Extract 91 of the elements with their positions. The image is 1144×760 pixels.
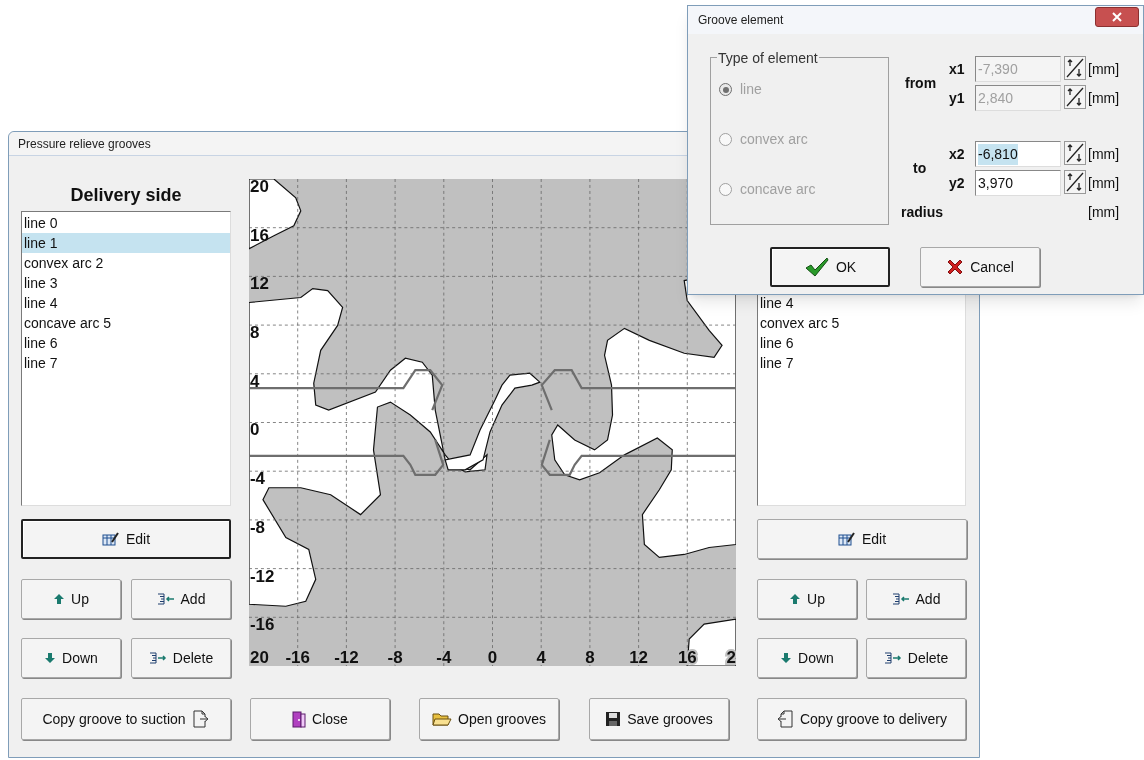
window-title: Pressure relieve grooves	[18, 135, 151, 153]
list-item[interactable]: line 0	[22, 213, 230, 233]
tick-label: 4	[250, 371, 260, 391]
spin-button[interactable]	[1064, 85, 1086, 109]
list-item[interactable]: concave arc 5	[22, 313, 230, 333]
list-item[interactable]: line 1	[22, 233, 230, 253]
close-icon	[1112, 12, 1122, 22]
insert-lines-icon	[156, 592, 175, 606]
button[interactable]: Copy groove to suction	[21, 698, 231, 740]
tick-label: -12	[250, 566, 275, 586]
folder-icon	[432, 711, 452, 727]
document-arrow-icon	[775, 710, 794, 728]
button[interactable]: Delete	[866, 638, 966, 678]
input-field[interactable]: 3,970	[975, 170, 1061, 196]
document-arrow-icon	[191, 710, 210, 728]
tick-label: 16	[250, 225, 269, 245]
field-label: to	[912, 159, 928, 178]
field-label: y1	[949, 88, 966, 108]
unit-label: [mm]	[1088, 173, 1121, 193]
button[interactable]: Add	[866, 579, 966, 619]
list-item[interactable]: line 7	[22, 353, 230, 373]
button[interactable]: Delete	[131, 638, 231, 678]
insert-lines-icon	[891, 592, 910, 606]
edit-icon	[101, 532, 120, 546]
tick-label: -4	[250, 469, 266, 489]
button[interactable]: Copy groove to delivery	[757, 698, 966, 740]
button[interactable]: Up	[757, 579, 857, 619]
field-label: radius	[901, 202, 944, 222]
field-label: x2	[949, 144, 966, 164]
tick-label: -4	[436, 648, 452, 666]
spin-arrows-icon	[1066, 143, 1084, 163]
list-item[interactable]: line 6	[758, 333, 965, 353]
tick-label: 0	[250, 420, 260, 440]
unit-label: [mm]	[1088, 59, 1121, 79]
button[interactable]: OK	[770, 247, 890, 287]
list-item[interactable]: line 6	[22, 333, 230, 353]
close-button[interactable]	[1095, 7, 1139, 27]
spin-button[interactable]	[1064, 56, 1086, 80]
unit-label: [mm]	[1088, 144, 1121, 164]
checkmark-icon	[803, 257, 830, 277]
list-item[interactable]: line 4	[758, 293, 965, 313]
button[interactable]: Add	[131, 579, 231, 619]
tick-label: 20	[250, 648, 269, 666]
button[interactable]: Close	[250, 698, 390, 740]
tick-label: 4	[536, 648, 546, 666]
tick-label: 20	[250, 179, 269, 196]
tick-label: -8	[387, 648, 403, 666]
field-label: y2	[949, 173, 966, 193]
spin-arrows-icon	[1066, 58, 1084, 78]
button[interactable]: Edit	[21, 519, 231, 559]
button[interactable]: Up	[21, 579, 121, 619]
input-field[interactable]: -6,810	[975, 141, 1061, 167]
up-arrow-icon	[53, 593, 66, 605]
button[interactable]: Cancel	[920, 247, 1040, 287]
field-label: from	[904, 74, 938, 93]
tick-label: 0	[487, 648, 498, 666]
door-icon	[292, 710, 307, 728]
tick-label: 12	[250, 274, 269, 294]
list-item[interactable]: convex arc 2	[22, 253, 230, 273]
spin-button[interactable]	[1064, 170, 1086, 194]
tick-label: -16	[285, 648, 310, 666]
list-item[interactable]: line 7	[758, 353, 965, 373]
field-label: x1	[949, 59, 966, 79]
button[interactable]: Down	[21, 638, 121, 678]
list-item[interactable]: line 4	[22, 293, 230, 313]
tick-label: -16	[250, 615, 275, 635]
button[interactable]: Edit	[757, 519, 967, 559]
edit-icon	[837, 532, 856, 546]
down-arrow-icon	[780, 652, 793, 664]
section-heading: Delivery side	[70, 183, 182, 207]
tick-label: 12	[629, 648, 648, 666]
up-arrow-icon	[789, 593, 802, 605]
tick-label: -8	[250, 517, 266, 537]
list-item[interactable]: convex arc 5	[758, 313, 965, 333]
dialog-title: Groove element	[698, 12, 784, 29]
remove-lines-icon	[883, 651, 902, 665]
down-arrow-icon	[44, 652, 57, 664]
button[interactable]: Save grooves	[589, 698, 729, 740]
spin-arrows-icon	[1066, 87, 1084, 107]
button[interactable]: Down	[757, 638, 857, 678]
tick-label: 8	[250, 323, 260, 343]
unit-label: [mm]	[1088, 88, 1121, 108]
tick-label: 8	[585, 648, 595, 666]
button[interactable]: Open grooves	[419, 698, 559, 740]
remove-lines-icon	[148, 651, 167, 665]
tick-label: -12	[334, 648, 359, 666]
unit-label: [mm]	[1088, 202, 1121, 222]
cross-icon	[946, 258, 965, 276]
list-item[interactable]: line 3	[22, 273, 230, 293]
spin-arrows-icon	[1066, 172, 1084, 192]
spin-button[interactable]	[1064, 141, 1086, 165]
